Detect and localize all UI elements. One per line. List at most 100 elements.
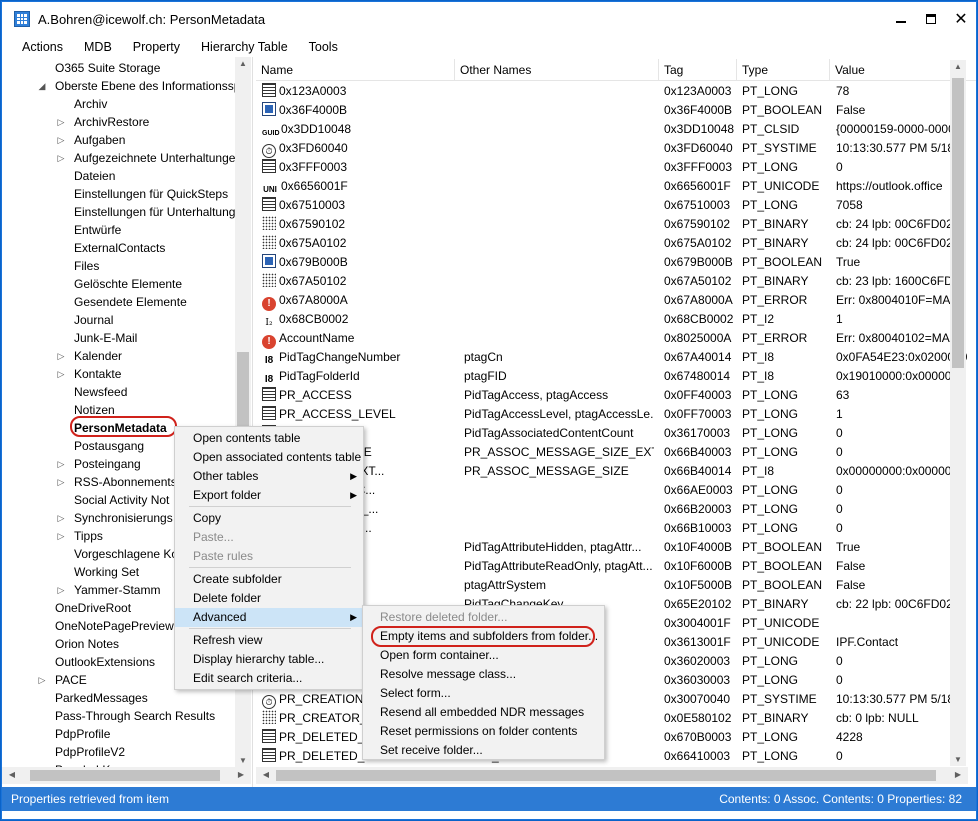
- menu-item-select-form[interactable]: Select form...: [363, 684, 604, 703]
- column-header-name[interactable]: Name: [256, 59, 455, 81]
- collapsed-arrow-icon[interactable]: ▷: [56, 150, 66, 166]
- table-row[interactable]: 0x67590102 0x67590102 PT_BINARY cb: 24 lpb:…: [256, 215, 976, 234]
- tree-item[interactable]: Gelöschte Elemente: [74, 275, 182, 293]
- collapsed-arrow-icon[interactable]: ▷: [56, 456, 66, 472]
- minimize-button[interactable]: [886, 2, 916, 36]
- tree-item[interactable]: Gesendete Elemente: [74, 293, 187, 311]
- tree-item[interactable]: Kalender: [74, 347, 122, 365]
- tree-item[interactable]: O365 Suite Storage: [55, 59, 160, 77]
- table-row[interactable]: 0x675A0102 0x675A0102 PT_BINARY cb: 24 lpb:…: [256, 234, 976, 253]
- menu-tools[interactable]: Tools: [309, 40, 349, 54]
- tree-item[interactable]: Working Set: [74, 563, 139, 581]
- tree-item[interactable]: Aufgaben: [74, 131, 125, 149]
- menu-item-reset-permissions-on-folder-contents[interactable]: Reset permissions on folder contents: [363, 722, 604, 741]
- tree-item[interactable]: OneDriveRoot: [55, 599, 131, 617]
- tree-item[interactable]: Files: [74, 257, 99, 275]
- table-row[interactable]: PR_ACCESS_LEVEL PidTagAccessLevel, ptagAc…: [256, 405, 976, 424]
- tree-item[interactable]: Junk-E-Mail: [74, 329, 137, 347]
- scroll-left-icon[interactable]: ◀: [4, 770, 20, 779]
- tree-item[interactable]: Yammer-Stamm: [74, 581, 160, 599]
- tree-item[interactable]: Einstellungen für Unterhaltung: [74, 203, 235, 221]
- collapsed-arrow-icon[interactable]: ▷: [56, 366, 66, 382]
- table-row[interactable]: ENT_COUNTPidTagAssociatedContentCount0x3…: [256, 424, 976, 443]
- tree-item[interactable]: Entwürfe: [74, 221, 121, 239]
- scroll-left-icon[interactable]: ◀: [258, 770, 274, 779]
- menu-item-refresh-view[interactable]: Refresh view: [175, 631, 363, 650]
- menu-item-paste-rules[interactable]: Paste rules: [175, 547, 363, 566]
- tree-item[interactable]: Posteingang: [74, 455, 141, 473]
- tree-item[interactable]: Oberste Ebene des Informationssp: [55, 77, 240, 95]
- table-row[interactable]: GUID 0x3DD10048 0x3DD10048 PT_CLSID {0000015…: [256, 120, 976, 139]
- menu-item-resolve-message-class[interactable]: Resolve message class...: [363, 665, 604, 684]
- collapsed-arrow-icon[interactable]: ▷: [56, 528, 66, 544]
- menu-item-delete-folder[interactable]: Delete folder: [175, 589, 363, 608]
- menu-item-create-subfolder[interactable]: Create subfolder: [175, 570, 363, 589]
- tree-item[interactable]: ExternalContacts: [74, 239, 165, 257]
- tree-item[interactable]: Aufgezeichnete Unterhaltunge: [74, 149, 235, 167]
- menu-item-resend-all-embedded-ndr-messages[interactable]: Resend all embedded NDR messages: [363, 703, 604, 722]
- scroll-right-icon[interactable]: ▶: [950, 770, 966, 779]
- tree-item[interactable]: ArchivRestore: [74, 113, 149, 131]
- table-row[interactable]: 0x67510003 0x67510003 PT_LONG 7058: [256, 196, 976, 215]
- collapsed-arrow-icon[interactable]: ▷: [56, 114, 66, 130]
- menu-actions[interactable]: Actions: [2, 40, 74, 54]
- menu-item-other-tables[interactable]: Other tables ▶: [175, 467, 363, 486]
- table-row[interactable]: 0x123A0003 0x123A0003 PT_LONG 78: [256, 82, 976, 101]
- menu-item-open-form-container[interactable]: Open form container...: [363, 646, 604, 665]
- expanded-arrow-icon[interactable]: ◢: [37, 78, 47, 94]
- column-header-type[interactable]: Type: [737, 59, 830, 81]
- tree-item[interactable]: Tipps: [74, 527, 103, 545]
- tree-item[interactable]: Orion Notes: [55, 635, 119, 653]
- collapsed-arrow-icon[interactable]: ▷: [56, 474, 66, 490]
- tree-item[interactable]: Social Activity Not: [74, 491, 169, 509]
- table-row[interactable]: 0x67A50102 0x67A50102 PT_BINARY cb: 23 lpb:…: [256, 272, 976, 291]
- scroll-down-icon[interactable]: ▼: [950, 755, 966, 764]
- tree-item[interactable]: Newsfeed: [74, 383, 127, 401]
- menu-item-open-contents-table[interactable]: Open contents table: [175, 429, 363, 448]
- table-row[interactable]: _NORMAL_MS...0x66B10003PT_LONG0: [256, 519, 976, 538]
- collapsed-arrow-icon[interactable]: ▷: [37, 672, 47, 688]
- table-row[interactable]: _ASSOC_MSG_...0x66B20003PT_LONG0: [256, 500, 976, 519]
- table-row[interactable]: I8SAGE_SIZE_EXT...PR_ASSOC_MESSAGE_SIZE0…: [256, 462, 976, 481]
- scroll-up-icon[interactable]: ▲: [950, 62, 966, 71]
- table-row[interactable]: 0x3FFF0003 0x3FFF0003 PT_LONG 0: [256, 158, 976, 177]
- menu-mdb[interactable]: MDB: [84, 40, 123, 54]
- tree-hscroll-thumb[interactable]: [30, 770, 220, 781]
- table-row[interactable]: I8 PidTagChangeNumber ptagCn 0x67A40014 PT_I…: [256, 348, 976, 367]
- tree-item[interactable]: PdpProfile: [55, 725, 110, 743]
- table-row[interactable]: ! 0x67A8000A 0x67A8000A PT_ERROR Err: 0x8004…: [256, 291, 976, 311]
- tree-item[interactable]: Kontakte: [74, 365, 121, 383]
- tree-item[interactable]: Synchronisierungs: [74, 509, 173, 527]
- tree-item[interactable]: ParkedMessages: [55, 689, 148, 707]
- table-row[interactable]: I₂ 0x68CB0002 0x68CB0002 PT_I2 1: [256, 310, 976, 329]
- menu-item-restore-deleted-folder[interactable]: Restore deleted folder...: [363, 608, 604, 627]
- menu-item-advanced[interactable]: Advanced ▶: [175, 608, 363, 627]
- menu-item-paste[interactable]: Paste...: [175, 528, 363, 547]
- table-row[interactable]: UNI 0x6656001F 0x6656001F PT_UNICODE https:/…: [256, 177, 976, 196]
- table-row[interactable]: I8 PidTagFolderId ptagFID 0x67480014 PT_I8 0x…: [256, 367, 976, 386]
- tree-item[interactable]: PACE: [55, 671, 87, 689]
- tree-item[interactable]: Journal: [74, 311, 113, 329]
- list-hscroll-thumb[interactable]: [276, 770, 936, 781]
- table-row[interactable]: PR_ACCESS PidTagAccess, ptagAccess 0x0FF40…: [256, 386, 976, 405]
- table-row[interactable]: NPidTagAttributeHidden, ptagAttr...0x10F…: [256, 538, 976, 557]
- table-row[interactable]: ! AccountName 0x8025000A PT_ERROR Err: 0x800…: [256, 329, 976, 349]
- column-header-other-names[interactable]: Other Names: [455, 59, 659, 81]
- column-header-tag[interactable]: Tag: [659, 59, 737, 81]
- close-button[interactable]: ✕: [946, 2, 976, 36]
- menu-item-display-hierarchy-table[interactable]: Display hierarchy table...: [175, 650, 363, 669]
- menu-item-export-folder[interactable]: Export folder ▶: [175, 486, 363, 505]
- tree-item[interactable]: OneNotePagePreviews: [55, 617, 180, 635]
- tree-item[interactable]: RSS-Abonnements: [74, 473, 177, 491]
- list-vscroll-thumb[interactable]: [952, 78, 964, 368]
- scroll-up-icon[interactable]: ▲: [235, 59, 251, 68]
- menu-item-set-receive-folder[interactable]: Set receive folder...: [363, 741, 604, 760]
- tree-item[interactable]: Einstellungen für QuickSteps: [74, 185, 228, 203]
- list-horizontal-scrollbar[interactable]: ◀ ▶: [256, 767, 968, 784]
- tree-horizontal-scrollbar[interactable]: ◀ ▶: [2, 767, 251, 784]
- menu-item-copy[interactable]: Copy: [175, 509, 363, 528]
- tree-item[interactable]: Postausgang: [74, 437, 144, 455]
- title-bar[interactable]: A.Bohren@icewolf.ch: PersonMetadata ✕: [2, 2, 976, 36]
- menu-item-edit-search-criteria[interactable]: Edit search criteria...: [175, 669, 363, 688]
- table-row[interactable]: MptagAttrSystem0x10F5000BPT_BOOLEANFalse: [256, 576, 976, 595]
